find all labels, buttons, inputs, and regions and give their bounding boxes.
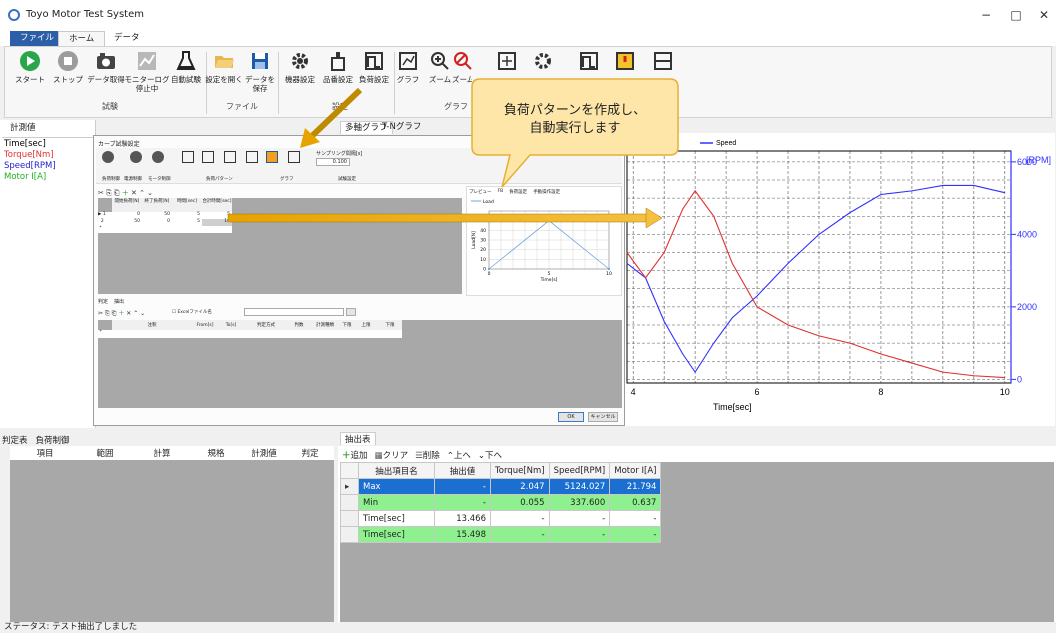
table-row[interactable]: Time[sec] 13.466 - - -: [340, 510, 662, 527]
table-row[interactable]: Time[sec] 15.498 - - -: [340, 526, 662, 543]
extract-table-area: 抽出項目名 抽出値 Torque[Nm] Speed[RPM] Motor I[…: [340, 462, 1054, 622]
extract-panel: 抽出表 ＋追加 ▦クリア ☰削除 ⌃上へ ⌄下へ 抽出項目名 抽出値 Torqu…: [338, 430, 1056, 622]
extract-toolbar: ＋追加 ▦クリア ☰削除 ⌃上へ ⌄下へ: [342, 449, 502, 461]
callout-bubble: 負荷パターンを作成し、 自動実行します: [470, 77, 680, 188]
delete-button[interactable]: ☰削除: [415, 449, 440, 461]
callout-shape: [471, 78, 679, 188]
table-row[interactable]: Min - 0.055 337.600 0.637: [340, 494, 662, 511]
delete-icon: ☰: [415, 451, 423, 461]
clear-icon: ▦: [374, 451, 383, 461]
arrow-to-chart: [227, 207, 663, 229]
move-up-button[interactable]: ⌃上へ: [447, 449, 471, 461]
clear-button[interactable]: ▦クリア: [375, 449, 409, 461]
table-row[interactable]: ▸ Max - 2.047 5124.027 21.794: [340, 478, 662, 495]
chevron-down-icon: ⌄: [477, 451, 485, 461]
add-button[interactable]: ＋追加: [342, 449, 368, 461]
arrow-to-load-settings: [300, 87, 363, 148]
plus-icon: ＋: [342, 451, 351, 461]
callout-text-1: 負荷パターンを作成し、: [503, 103, 647, 118]
tab-judge-table[interactable]: 判定表: [2, 434, 28, 446]
judge-panel-tabs[interactable]: 判定表 負荷制御: [2, 434, 70, 446]
callout-text-2: 自動実行します: [529, 121, 621, 136]
judge-panel-header: 項目 範囲 計算 規格 計測値 判定: [10, 446, 334, 460]
move-down-button[interactable]: ⌄下へ: [478, 449, 502, 461]
chevron-up-icon: ⌃: [446, 451, 454, 461]
extract-table: 抽出項目名 抽出値 Torque[Nm] Speed[RPM] Motor I[…: [340, 462, 662, 543]
judge-panel: 判定表 負荷制御 項目 範囲 計算 規格 計測値 判定: [0, 430, 336, 622]
judge-panel-table: 項目 範囲 計算 規格 計測値 判定: [10, 446, 334, 622]
extract-table-header: 抽出項目名 抽出値 Torque[Nm] Speed[RPM] Motor I[…: [340, 462, 662, 479]
status-bar: ステータス: テスト抽出了しました: [0, 622, 1056, 633]
tab-extract-table[interactable]: 抽出表: [340, 432, 376, 445]
tab-load-control[interactable]: 負荷制御: [36, 434, 70, 446]
